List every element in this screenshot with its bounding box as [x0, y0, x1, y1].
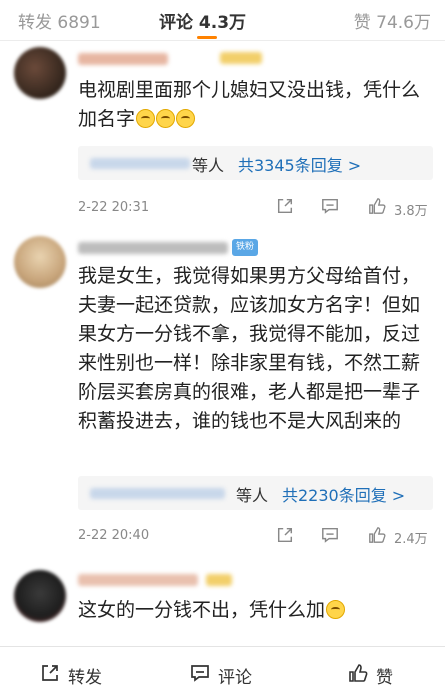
comments-screen: 转发 6891 评论 4.3万 赞 74.6万 电视剧里面那个儿媳妇又没出钱，凭… — [0, 0, 445, 700]
comment-1: 电视剧里面那个儿媳妇又没出钱，凭什么加名字 等人 共3345条回复 > 2-22… — [0, 40, 445, 220]
tab-bar: 转发 6891 评论 4.3万 赞 74.6万 — [0, 0, 445, 41]
comment-time: 2-22 20:40 — [78, 528, 150, 543]
thumbs-up-icon — [349, 664, 368, 682]
comment-icon — [191, 665, 209, 682]
tab-repost[interactable]: 转发 6891 — [18, 8, 101, 33]
reply-usernames — [90, 488, 225, 499]
avatar[interactable] — [14, 236, 66, 288]
like-label: 赞 — [376, 668, 393, 688]
username[interactable] — [78, 242, 228, 254]
reply-count-link[interactable]: 共3345条回复 > — [238, 152, 361, 176]
comment-text: 我是女生，我觉得如果男方父母给首付，夫妻一起还贷款，应该加女方名字！但如果女方一… — [78, 265, 421, 432]
comment-3: 这女的一分钱不出，凭什么加 — [0, 566, 445, 646]
fan-badge: 铁粉 — [232, 239, 259, 256]
share-icon[interactable] — [276, 197, 294, 215]
username-badge — [206, 574, 232, 586]
reply-icon[interactable] — [321, 197, 339, 215]
reply-summary[interactable]: 等人 共3345条回复 > — [78, 146, 433, 180]
comment-text: 这女的一分钱不出，凭什么加 — [78, 596, 433, 625]
comment-text: 电视剧里面那个儿媳妇又没出钱，凭什么加名字 — [78, 79, 421, 130]
emoji-icon — [326, 600, 346, 619]
reply-usernames — [90, 158, 190, 169]
share-icon[interactable] — [276, 526, 294, 544]
comment-2: 铁粉 我是女生，我觉得如果男方父母给首付，夫妻一起还贷款，应该加女方名字！但如果… — [0, 228, 445, 558]
reply-people-label: 等人 — [236, 486, 269, 505]
reply-icon[interactable] — [321, 526, 339, 544]
like-count: 3.8万 — [394, 204, 428, 219]
like-icon[interactable] — [368, 197, 386, 215]
like-button[interactable]: 赞 — [348, 661, 408, 688]
comment-time: 2-22 20:31 — [78, 200, 150, 215]
reply-people-label: 等人 — [192, 156, 225, 175]
reply-summary[interactable]: 等人 共2230条回复 > — [78, 476, 433, 510]
bottom-action-bar: 转发 评论 赞 — [0, 646, 445, 700]
reply-count-link[interactable]: 共2230条回复 > — [282, 482, 405, 506]
avatar[interactable] — [14, 570, 66, 622]
username[interactable] — [78, 574, 198, 586]
comment-label: 评论 — [218, 668, 252, 688]
like-icon[interactable] — [368, 526, 386, 544]
emoji-icon — [176, 109, 196, 128]
share-icon — [42, 665, 58, 681]
repost-button[interactable]: 转发 — [40, 661, 120, 688]
tab-like[interactable]: 赞 74.6万 — [354, 8, 431, 33]
emoji-icon — [136, 109, 156, 128]
like-count: 2.4万 — [394, 532, 428, 547]
username-badge — [220, 52, 262, 64]
repost-label: 转发 — [68, 668, 102, 688]
comment-button[interactable]: 评论 — [190, 661, 270, 688]
username[interactable] — [78, 53, 168, 65]
avatar[interactable] — [14, 47, 66, 99]
active-tab-indicator — [197, 36, 217, 39]
emoji-icon — [156, 109, 176, 128]
